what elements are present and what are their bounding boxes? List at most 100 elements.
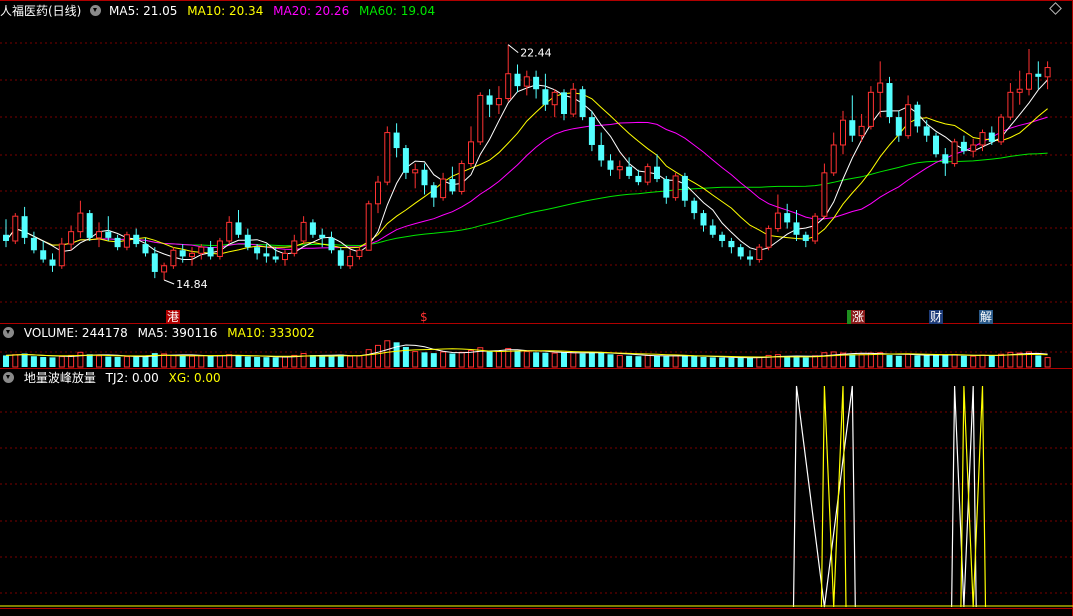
- candle: [867, 86, 874, 130]
- candle: [328, 231, 335, 254]
- candle-body: [700, 213, 707, 226]
- candle-body: [300, 221, 307, 242]
- candle: [375, 175, 381, 214]
- volume-bar: [319, 356, 326, 367]
- candle: [505, 44, 512, 102]
- dropdown-icon[interactable]: [3, 327, 14, 338]
- event-label-finance[interactable]: 财: [929, 310, 944, 324]
- candle-body: [774, 212, 781, 230]
- dropdown-icon[interactable]: [90, 5, 102, 16]
- candle-body: [58, 243, 65, 267]
- candle: [1044, 61, 1051, 90]
- candle-body: [151, 253, 158, 272]
- volume-bar: [263, 357, 270, 367]
- candle: [77, 200, 84, 238]
- candle-body: [142, 244, 149, 254]
- volume-bar: [793, 356, 800, 367]
- candle: [189, 247, 195, 266]
- volume-bar: [375, 344, 381, 368]
- candle: [765, 225, 772, 251]
- candle-body: [254, 247, 261, 254]
- candle: [96, 222, 102, 248]
- volume-bar: [458, 351, 465, 368]
- candle-body: [570, 88, 577, 115]
- volume-bar: [68, 354, 75, 368]
- candle-body: [914, 104, 921, 127]
- candle: [923, 120, 930, 142]
- volume-bar: [430, 353, 437, 367]
- candle-body: [607, 160, 614, 170]
- candle: [151, 247, 158, 279]
- volume-bar: [133, 356, 140, 367]
- candle-body: [895, 117, 902, 136]
- volume-ma5-label: MA5: 390116: [137, 326, 218, 340]
- candle: [458, 160, 465, 195]
- volume-bar: [998, 353, 1005, 368]
- candle: [226, 216, 233, 245]
- candle-body: [988, 132, 995, 142]
- candle-body: [793, 222, 800, 235]
- candle: [942, 148, 949, 176]
- candle: [58, 237, 65, 269]
- candle: [672, 172, 679, 201]
- candle: [914, 101, 921, 133]
- indicator-header: 地量波峰放量 TJ2: 0.00 XG: 0.00: [0, 370, 227, 386]
- volume-bar: [412, 351, 419, 368]
- volume-bar: [933, 354, 939, 367]
- event-label-rise[interactable]: 涨: [847, 310, 866, 324]
- candle-body: [812, 215, 819, 242]
- volume-bar: [328, 355, 335, 367]
- event-label-unlock[interactable]: 解: [979, 310, 994, 324]
- candle-body: [663, 179, 670, 198]
- event-label-dollar[interactable]: $: [419, 310, 429, 324]
- candle-body: [291, 240, 298, 254]
- volume-bar: [347, 355, 354, 368]
- volume-bar: [77, 351, 84, 368]
- xg-spike: [820, 385, 847, 608]
- candle-body: [542, 89, 549, 105]
- candle-body: [421, 169, 428, 186]
- candle: [495, 86, 502, 114]
- volume-bar: [709, 357, 716, 367]
- dropdown-icon[interactable]: [3, 372, 14, 383]
- candle-body: [189, 252, 195, 257]
- candle-body: [21, 216, 28, 238]
- candle: [681, 172, 688, 207]
- candle-body: [579, 89, 586, 118]
- candle-body: [644, 166, 651, 183]
- candle: [1016, 70, 1023, 105]
- candle-body: [449, 179, 456, 192]
- volume-bar: [598, 351, 605, 367]
- candle: [402, 144, 409, 180]
- candle-body: [598, 144, 605, 161]
- volume-bar: [123, 356, 130, 368]
- candle-body: [533, 76, 540, 90]
- volume-label: VOLUME: 244178: [23, 326, 128, 340]
- candle: [830, 132, 837, 176]
- candle: [133, 228, 140, 248]
- annotation-leader: [507, 44, 519, 54]
- candle: [272, 247, 279, 263]
- volume-bar: [886, 355, 893, 367]
- candle: [123, 231, 130, 251]
- volume-bar: [142, 356, 149, 367]
- candle: [998, 114, 1005, 145]
- chart-canvas[interactable]: 22.44 14.84: [0, 0, 1073, 616]
- volume-header: VOLUME: 244178 MA5: 390116 MA10: 333002: [0, 325, 321, 341]
- candle-body: [216, 240, 223, 257]
- candle-body: [998, 116, 1005, 143]
- volume-bar: [86, 354, 93, 367]
- volume-bar: [272, 357, 279, 367]
- candle-body: [114, 237, 121, 248]
- volume-bar: [914, 355, 921, 367]
- candle: [579, 86, 586, 121]
- candle: [356, 247, 363, 260]
- event-label-hk[interactable]: 港: [166, 310, 181, 324]
- candle-body: [133, 234, 140, 245]
- candle: [737, 244, 744, 260]
- volume-bar: [365, 349, 372, 368]
- volume-ma10-label: MA10: 333002: [227, 326, 315, 340]
- candle-body: [905, 104, 912, 137]
- volume-bar: [421, 352, 428, 367]
- candle-body: [68, 231, 75, 245]
